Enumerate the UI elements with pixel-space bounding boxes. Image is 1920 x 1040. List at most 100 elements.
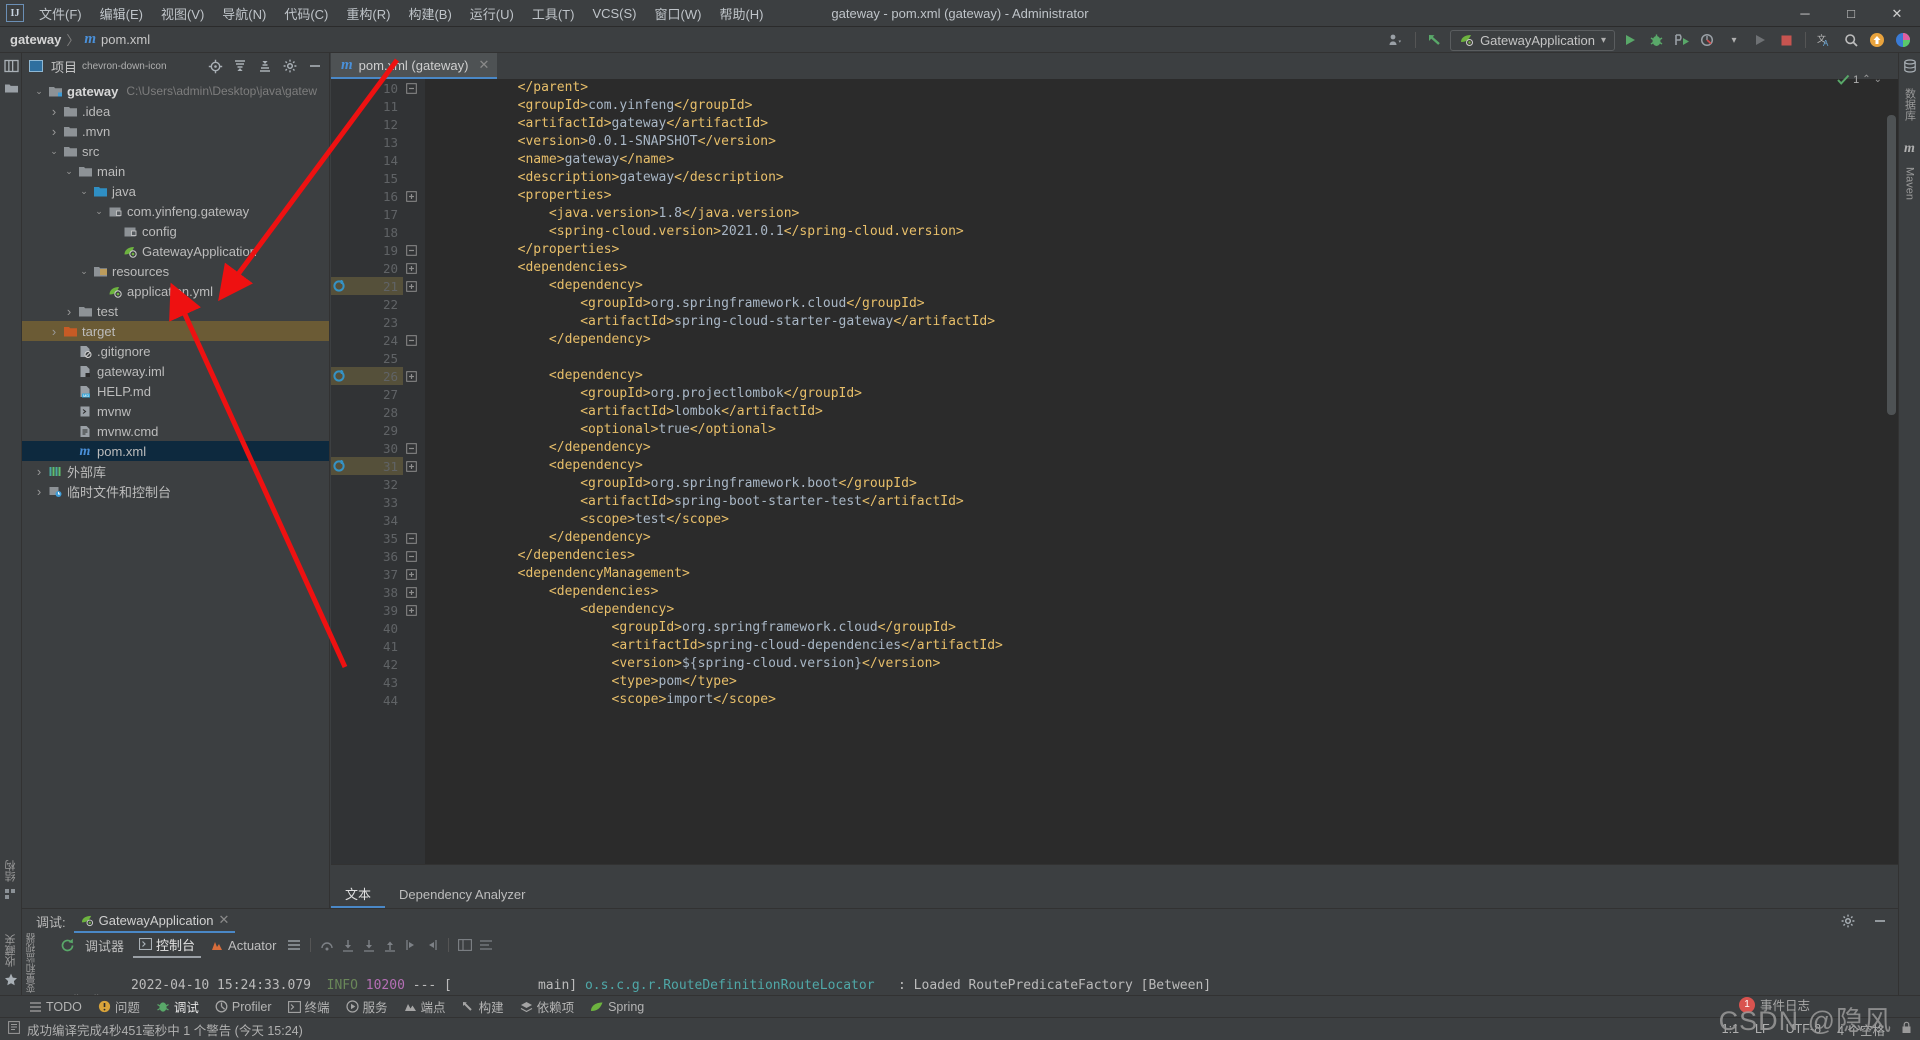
settings-icon[interactable] [1838, 911, 1858, 931]
debug-icon[interactable] [1645, 29, 1667, 51]
line-number[interactable]: 30 [331, 439, 403, 457]
event-log-indicator[interactable]: 1 事件日志 [1739, 995, 1810, 1014]
code-line[interactable]: <artifactId>lombok</artifactId> [455, 403, 1898, 421]
menu-item-view[interactable]: 视图(V) [152, 1, 213, 26]
breadcrumb-file[interactable]: pom.xml [101, 32, 150, 47]
profiler-icon[interactable] [1697, 29, 1719, 51]
line-number[interactable]: 43 [331, 673, 403, 691]
locate-icon[interactable] [205, 56, 225, 76]
ide-icon[interactable] [1892, 29, 1914, 51]
line-number[interactable]: 19 [331, 241, 403, 259]
fold-toggle-icon[interactable] [403, 529, 425, 547]
line-number[interactable]: 41 [331, 637, 403, 655]
line-number[interactable]: 27 [331, 385, 403, 403]
settings-icon[interactable] [280, 56, 300, 76]
line-number[interactable]: 29 [331, 421, 403, 439]
line-number[interactable]: 16 [331, 187, 403, 205]
project-icon[interactable] [0, 55, 22, 77]
close-icon[interactable]: ✕ [478, 57, 489, 73]
code-line[interactable]: </dependency> [455, 529, 1898, 547]
dependency-icon[interactable] [333, 279, 348, 293]
line-number[interactable]: 34 [331, 511, 403, 529]
evaluate-icon[interactable] [423, 936, 441, 954]
code-line[interactable]: <properties> [455, 187, 1898, 205]
tab-dependency-analyzer[interactable]: Dependency Analyzer [385, 880, 539, 908]
menu-item-help[interactable]: 帮助(H) [710, 1, 772, 26]
code-line[interactable]: <name>gateway</name> [455, 151, 1898, 169]
rerun-icon[interactable] [58, 936, 76, 954]
maven-stripe-label[interactable]: Maven [1904, 167, 1916, 200]
folder-icon[interactable] [0, 77, 22, 99]
debug-tab-debugger[interactable]: 调试器 [79, 934, 130, 957]
fold-toggle-icon[interactable] [403, 547, 425, 565]
code-line[interactable]: <type>pom</type> [455, 673, 1898, 691]
chevron-down-icon[interactable]: ⌄ [62, 166, 76, 177]
line-number[interactable]: 35 [331, 529, 403, 547]
menu-item-file[interactable]: 文件(F) [30, 1, 91, 26]
menu-item-edit[interactable]: 编辑(E) [91, 1, 152, 26]
status-message[interactable]: 成功编译完成4秒451毫秒中 1 个警告 (今天 15:24) [27, 1020, 303, 1039]
step-out-icon[interactable] [381, 936, 399, 954]
tree-item-application-yml[interactable]: application.yml [22, 281, 329, 301]
dependency-icon[interactable] [333, 459, 348, 473]
tab-text[interactable]: 文本 [331, 880, 385, 908]
code-editor[interactable]: 1011121314151617181920212223242526272829… [331, 79, 1898, 864]
run-configuration-selector[interactable]: GatewayApplication ▾ [1450, 30, 1615, 51]
code-line[interactable]: </parent> [455, 79, 1898, 97]
tree-item-java[interactable]: ⌄java [22, 181, 329, 201]
stop-icon[interactable] [1775, 29, 1797, 51]
expand-all-icon[interactable] [230, 56, 250, 76]
structure-stripe-label[interactable]: 结构 [3, 860, 19, 882]
tree-item-mvnw-cmd[interactable]: mvnw.cmd [22, 421, 329, 441]
soft-wrap-icon[interactable] [477, 936, 495, 954]
line-number[interactable]: 38 [331, 583, 403, 601]
fold-toggle-icon[interactable] [403, 331, 425, 349]
file-encoding[interactable]: UTF-8 [1786, 1022, 1821, 1036]
tree-item-idea[interactable]: ›.idea [22, 101, 329, 121]
code-line[interactable]: <scope>test</scope> [455, 511, 1898, 529]
editor-scrollbar[interactable] [1884, 79, 1898, 864]
tool-window-button-[interactable]: 端点 [397, 995, 453, 1018]
translate-icon[interactable]: 文A [1814, 29, 1836, 51]
vcs-updates-icon[interactable] [1385, 29, 1407, 51]
code-line[interactable]: </properties> [455, 241, 1898, 259]
fold-toggle-icon[interactable] [403, 583, 425, 601]
line-number[interactable]: 14 [331, 151, 403, 169]
fold-toggle-icon[interactable] [403, 277, 425, 295]
line-number[interactable]: 28 [331, 403, 403, 421]
tree-item-gitignore[interactable]: .gitignore [22, 341, 329, 361]
tree-item-main[interactable]: ⌄main [22, 161, 329, 181]
close-button[interactable]: ✕ [1874, 0, 1920, 27]
code-line[interactable]: <dependency> [455, 601, 1898, 619]
run-to-cursor-icon[interactable] [402, 936, 420, 954]
menu-item-run[interactable]: 运行(U) [461, 1, 523, 26]
chevron-down-icon[interactable]: chevron-down-icon [82, 61, 167, 72]
line-number-gutter[interactable]: 1011121314151617181920212223242526272829… [331, 79, 403, 864]
chevron-down-icon[interactable]: ⌄ [77, 186, 91, 197]
project-tree[interactable]: ⌄gatewayC:\Users\admin\Desktop\java\gate… [22, 81, 329, 501]
line-number[interactable]: 37 [331, 565, 403, 583]
line-number[interactable]: 21 [331, 277, 403, 295]
editor-tab-pom-xml[interactable]: m pom.xml (gateway) ✕ [331, 53, 497, 79]
fold-toggle-icon[interactable] [403, 187, 425, 205]
tree-item-gatewayapplication[interactable]: GatewayApplication [22, 241, 329, 261]
line-number[interactable]: 39 [331, 601, 403, 619]
line-number[interactable]: 24 [331, 331, 403, 349]
favorites-stripe-label[interactable]: 收藏夹 [3, 934, 19, 967]
code-line[interactable]: </dependencies> [455, 547, 1898, 565]
tree-item-mvnw[interactable]: mvnw [22, 401, 329, 421]
code-line[interactable]: <groupId>org.projectlombok</groupId> [455, 385, 1898, 403]
code-line[interactable]: <version>${spring-cloud.version}</versio… [455, 655, 1898, 673]
menu-item-navigate[interactable]: 导航(N) [213, 1, 275, 26]
fold-toggle-icon[interactable] [403, 259, 425, 277]
line-number[interactable]: 17 [331, 205, 403, 223]
tool-window-button-[interactable]: 依赖项 [513, 995, 582, 1018]
chevron-right-icon[interactable]: › [47, 324, 61, 339]
chevron-down-icon[interactable]: ⌄ [47, 146, 61, 157]
fold-toggle-icon[interactable] [403, 241, 425, 259]
tree-item-test[interactable]: ›test [22, 301, 329, 321]
line-number[interactable]: 32 [331, 475, 403, 493]
code-line[interactable]: <dependency> [455, 457, 1898, 475]
fold-toggle-icon[interactable] [403, 79, 425, 97]
code-folding-column[interactable] [403, 79, 425, 864]
